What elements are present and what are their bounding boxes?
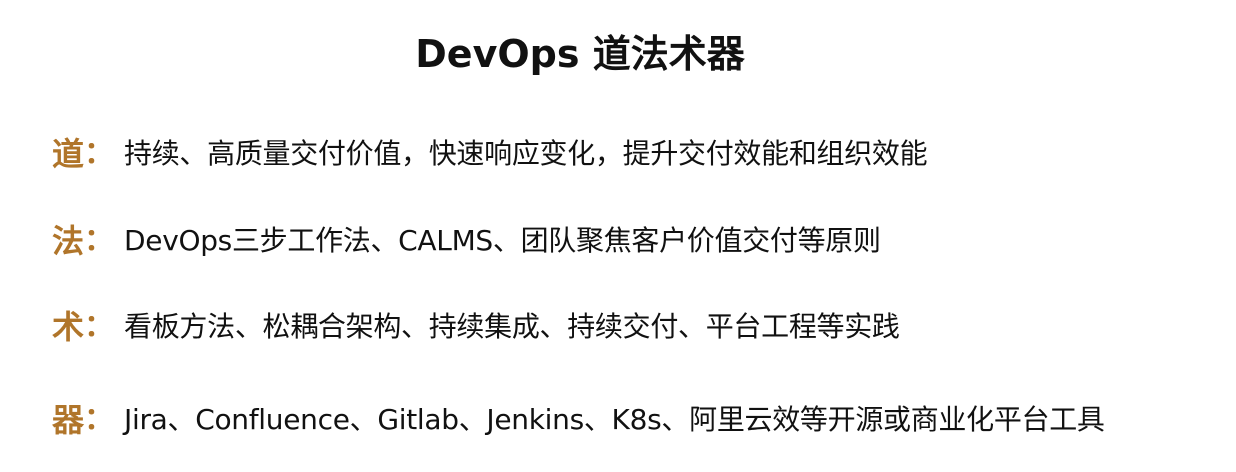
row-dao: 道 ： 持续、高质量交付价值，快速响应变化，提升交付效能和组织效能 [52, 130, 928, 178]
row-colon: ： [84, 309, 115, 344]
row-shu: 术 ： 看板方法、松耦合架构、持续集成、持续交付、平台工程等实践 [52, 303, 900, 351]
row-colon: ： [84, 223, 115, 258]
row-key-dao: 道 [52, 135, 85, 173]
row-colon: ： [84, 136, 115, 171]
row-description-qi: Jira、Confluence、Gitlab、Jenkins、K8s、阿里云效等… [124, 403, 1105, 436]
row-description-shu: 看板方法、松耦合架构、持续集成、持续交付、平台工程等实践 [124, 310, 900, 343]
row-colon: ： [84, 402, 115, 437]
row-key-shu: 术 [52, 308, 85, 346]
row-description-fa: DevOps三步工作法、CALMS、团队聚焦客户价值交付等原则 [124, 224, 881, 257]
row-fa: 法 ： DevOps三步工作法、CALMS、团队聚焦客户价值交付等原则 [52, 217, 881, 265]
row-qi: 器 ： Jira、Confluence、Gitlab、Jenkins、K8s、阿… [52, 396, 1105, 444]
row-description-dao: 持续、高质量交付价值，快速响应变化，提升交付效能和组织效能 [124, 137, 928, 170]
page-title: DevOps 道法术器 [415, 32, 745, 76]
row-key-fa: 法 [52, 222, 85, 260]
row-key-qi: 器 [52, 401, 85, 439]
